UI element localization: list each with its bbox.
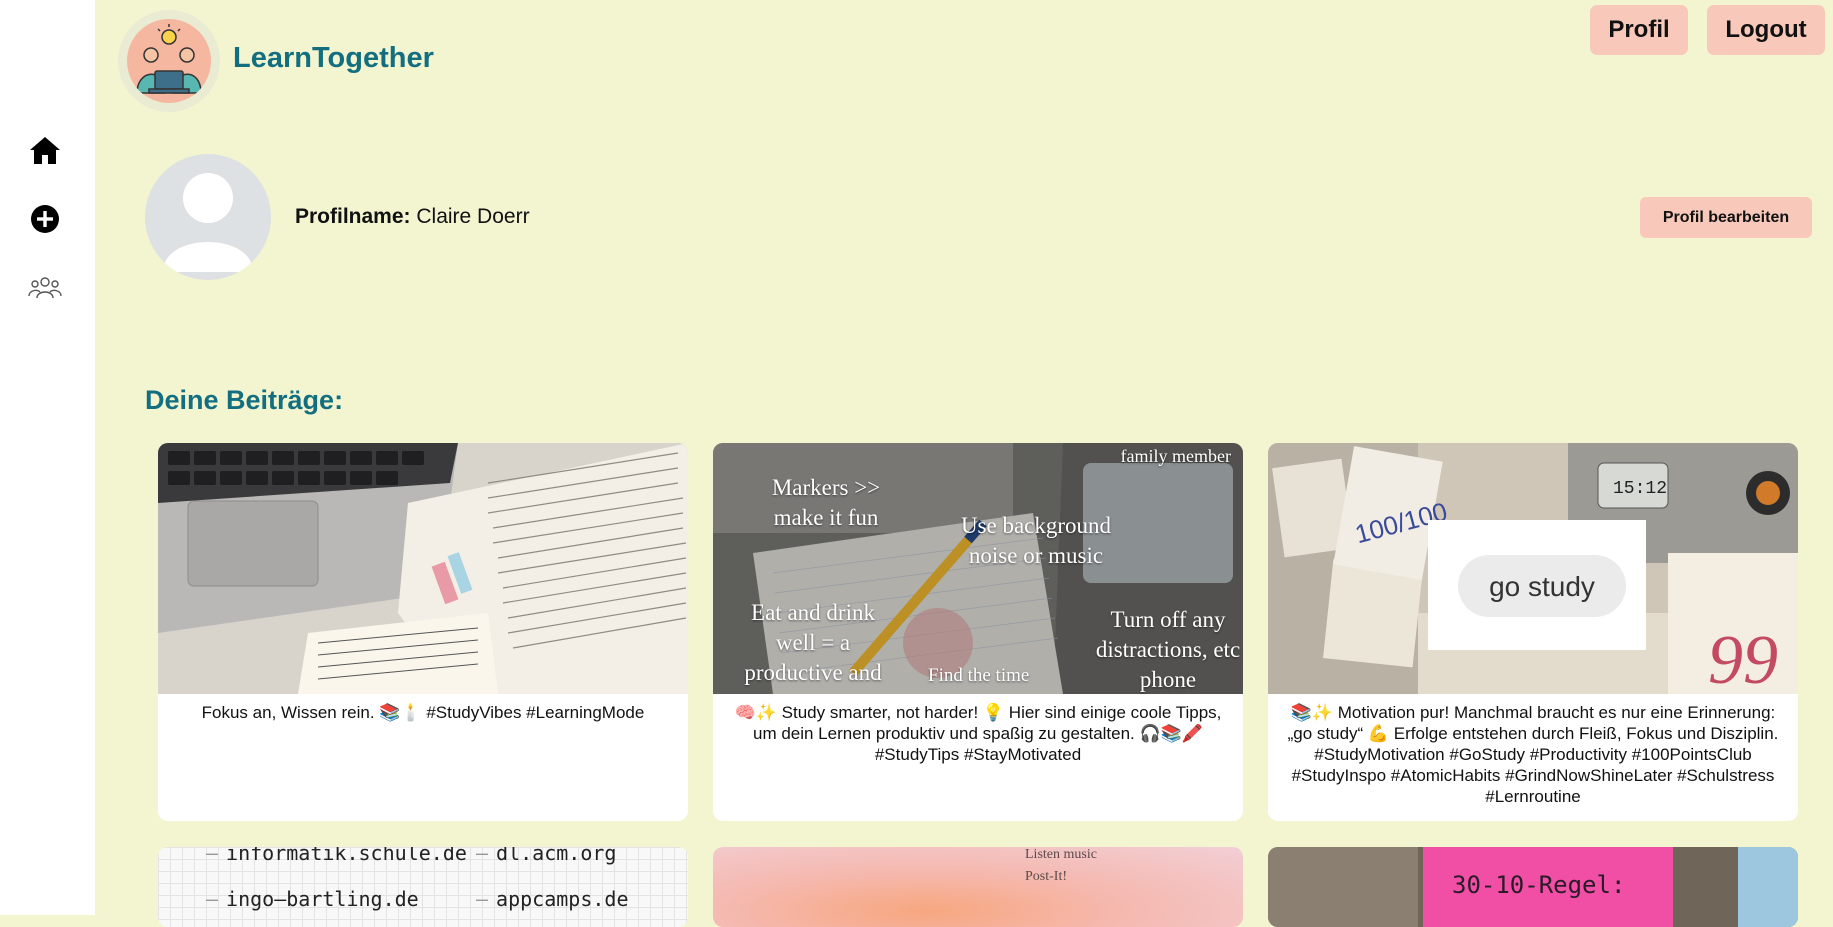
main-content: LearnTogether Profil Logout Profilname: … [95, 0, 1833, 927]
image-text: Post-It! [1025, 869, 1067, 884]
image-text: Eat and drink well = a productive and [744, 600, 882, 685]
avatar [145, 154, 271, 280]
post-card[interactable]: Listen music Post-It! [713, 847, 1243, 927]
logout-button[interactable]: Logout [1707, 5, 1825, 55]
add-icon[interactable] [27, 201, 63, 237]
post-image[interactable]: family member Markers >> make it fun Use… [713, 443, 1243, 694]
post-image[interactable]: 30-10-Regel: [1268, 847, 1798, 927]
posts-title: Deine Beiträge: [145, 385, 344, 415]
post-caption: 🧠✨ Study smarter, not harder! 💡 Hier sin… [734, 703, 1222, 764]
post-card[interactable]: Fokus an, Wissen rein. 📚🕯️ #StudyVibes #… [158, 443, 688, 821]
post-image[interactable]: 100/100 15:12 99 go study [1268, 443, 1798, 694]
post-card[interactable]: 100/100 15:12 99 go study 📚✨ Motivation … [1268, 443, 1798, 821]
image-text: appcamps.de [496, 887, 629, 911]
profile-button[interactable]: Profil [1590, 5, 1688, 55]
post-image[interactable]: — informatik.schule.de — dl.acm.org — ingo–… [158, 847, 688, 927]
image-text: Turn off any distractions, etc phone [1095, 607, 1241, 692]
image-text: 15:12 [1613, 479, 1667, 499]
post-image[interactable] [158, 443, 688, 694]
image-text: ingo–bartling.de [226, 887, 419, 911]
post-card[interactable]: — informatik.schule.de — dl.acm.org — ingo–… [158, 847, 688, 927]
image-text: go study [1489, 571, 1595, 602]
profile-name-value: Claire Doerr [416, 205, 530, 228]
image-text: Listen music [1025, 847, 1097, 862]
logo-icon [127, 19, 211, 103]
home-icon[interactable] [27, 132, 63, 168]
post-image[interactable]: Listen music Post-It! [713, 847, 1243, 927]
image-text: Markers >> make it fun [771, 475, 881, 530]
image-text: 30-10-Regel: [1452, 871, 1626, 899]
community-icon[interactable] [27, 270, 63, 306]
post-caption: Fokus an, Wissen rein. 📚🕯️ #StudyVibes #… [201, 703, 645, 722]
app-name[interactable]: LearnTogether [233, 42, 434, 75]
image-text: Find the time [928, 665, 1030, 686]
image-text: 99 [1708, 622, 1778, 694]
profile-name: Profilname: Claire Doerr [295, 205, 530, 229]
image-text: dl.acm.org [496, 847, 617, 865]
image-text: family member [1120, 446, 1231, 466]
post-card[interactable]: 30-10-Regel: [1268, 847, 1798, 927]
post-card[interactable]: family member Markers >> make it fun Use… [713, 443, 1243, 821]
profile-name-label: Profilname: [295, 205, 411, 228]
edit-profile-button[interactable]: Profil bearbeiten [1640, 197, 1812, 238]
image-text: Use background noise or music [960, 513, 1112, 568]
app-logo[interactable] [118, 10, 220, 112]
post-caption: 📚✨ Motivation pur! Manchmal braucht es n… [1287, 703, 1779, 806]
sidebar [0, 0, 95, 915]
image-text: informatik.schule.de [226, 847, 467, 865]
